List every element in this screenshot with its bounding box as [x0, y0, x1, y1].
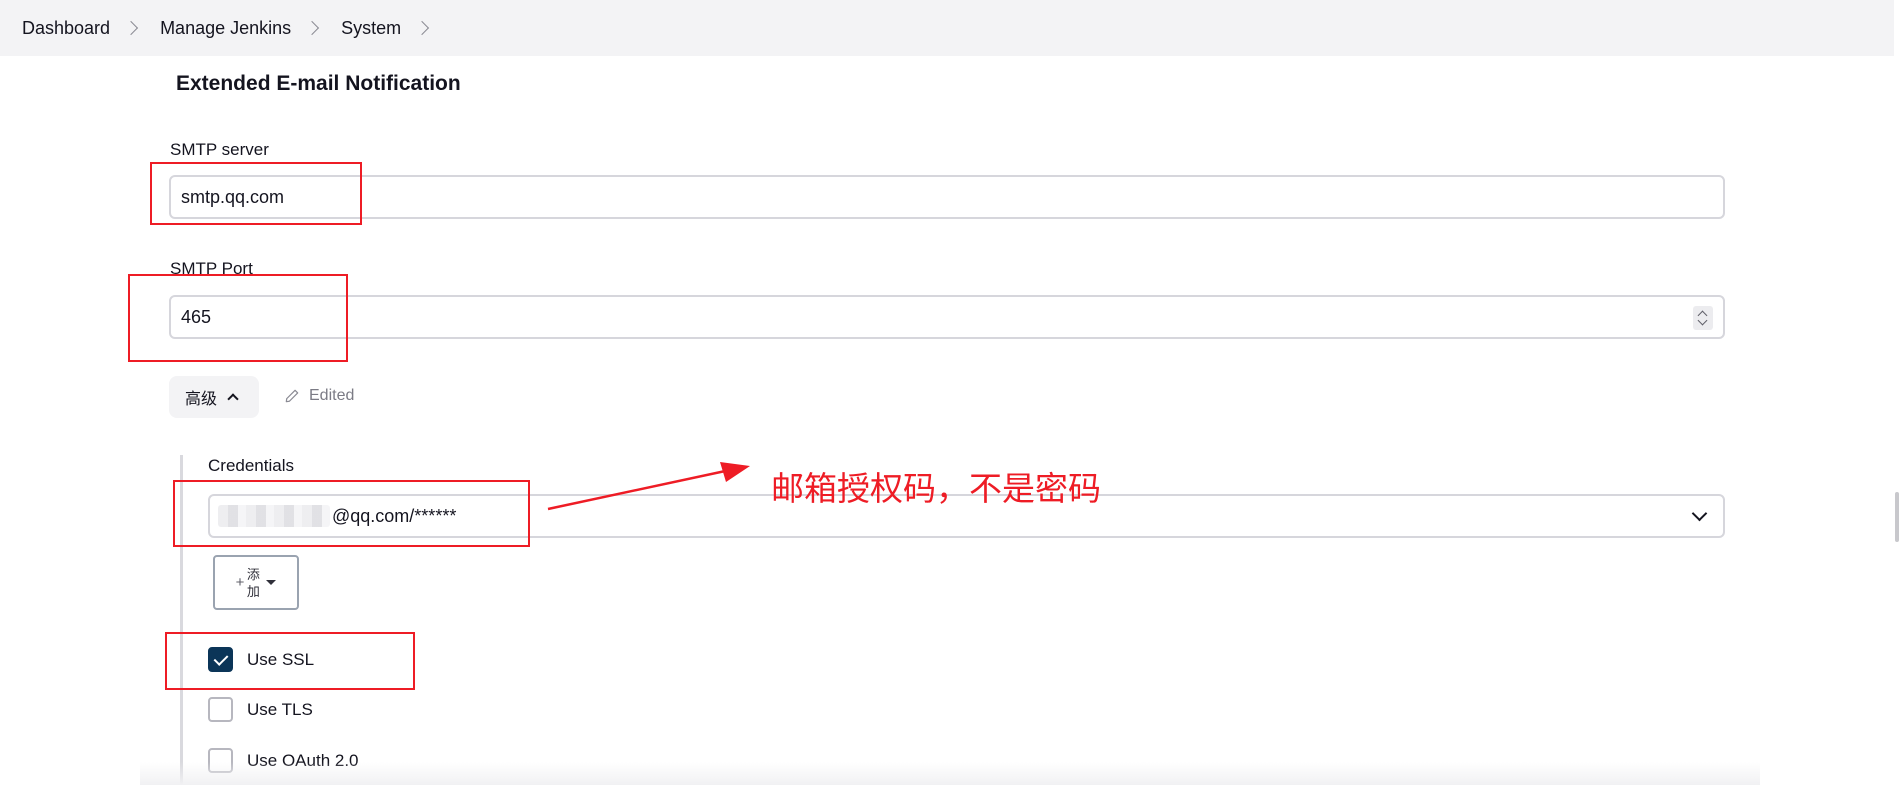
number-spinner[interactable] [1693, 306, 1713, 330]
breadcrumb-item-dashboard[interactable]: Dashboard [22, 18, 110, 39]
smtp-port-input[interactable]: 465 [169, 295, 1725, 339]
scrollbar-track[interactable] [1894, 0, 1899, 785]
add-button-label: 添加 [246, 566, 260, 599]
annotation-box-smtp-port [128, 274, 348, 362]
annotation-box-credentials [173, 480, 530, 547]
chevron-right-icon[interactable] [123, 20, 139, 36]
breadcrumb: Dashboard Manage Jenkins System [0, 0, 1894, 56]
use-tls-label: Use TLS [247, 699, 313, 719]
add-credentials-button[interactable]: + 添加 [213, 555, 299, 610]
credentials-label: Credentials [208, 456, 294, 475]
smtp-server-label: SMTP server [170, 140, 269, 159]
scrollbar-thumb[interactable] [1895, 492, 1899, 542]
pencil-icon [285, 389, 299, 403]
spinner-down-icon[interactable] [1697, 315, 1708, 326]
section-title: Extended E-mail Notification [176, 72, 461, 95]
edited-indicator: Edited [285, 387, 354, 405]
chevron-up-icon [227, 393, 239, 405]
use-tls-checkbox[interactable] [208, 697, 233, 722]
annotation-box-smtp-server [150, 162, 362, 225]
chevron-right-icon[interactable] [305, 20, 320, 36]
advanced-toggle-button[interactable]: 高级 [169, 376, 259, 418]
annotation-arrow [547, 462, 750, 511]
advanced-button-label: 高级 [185, 391, 218, 408]
chevron-right-icon[interactable] [415, 20, 430, 36]
smtp-server-input[interactable]: smtp.qq.com [169, 175, 1725, 219]
caret-down-icon [266, 580, 277, 585]
breadcrumb-item-manage-jenkins[interactable]: Manage Jenkins [160, 18, 291, 39]
chevron-down-icon[interactable] [1691, 505, 1708, 522]
breadcrumb-item-system[interactable]: System [341, 18, 401, 39]
annotation-box-use-ssl [165, 632, 415, 690]
edited-label: Edited [309, 387, 355, 404]
plus-icon: + [235, 574, 245, 591]
use-tls-option[interactable]: Use TLS [208, 697, 313, 722]
bottom-fade [140, 762, 1760, 785]
annotation-text: 邮箱授权码，不是密码 [771, 469, 1101, 508]
